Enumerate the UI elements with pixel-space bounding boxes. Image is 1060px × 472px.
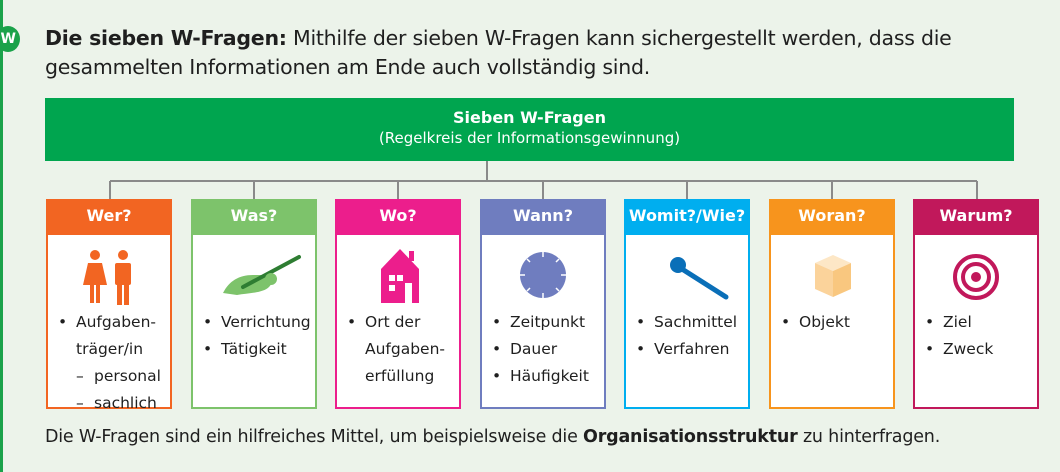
column-title: Wann? (480, 199, 606, 235)
list-item: Objekt (781, 309, 893, 336)
list-item: Sachmittel (636, 309, 748, 336)
column-list: Ziel Zweck (915, 309, 1037, 363)
column-list: Aufgaben-träger/in –personal –sachlich (48, 309, 170, 417)
list-item: Dauer (492, 336, 604, 363)
connector-lines (109, 161, 978, 199)
list-subitem: – personal (76, 367, 161, 385)
column-list: Zeitpunkt Dauer Häufigkeit (482, 309, 604, 390)
target-icon (915, 235, 1037, 309)
list-item: Zweck (925, 336, 1037, 363)
column-title: Was? (191, 199, 317, 235)
column-list: Verrichtung Tätigkeit (193, 309, 315, 363)
list-item: Ziel (925, 309, 1037, 336)
list-item: Aufgaben-träger/in (58, 309, 170, 363)
footer-note: Die W-Fragen sind ein hilfreiches Mittel… (45, 425, 940, 449)
list-item: Zeitpunkt (492, 309, 604, 336)
people-icon (48, 235, 170, 309)
column-warum: Warum? Ziel Zweck (913, 199, 1039, 409)
column-wann: Wann? Zeitpunkt Dauer Häufigkeit (480, 199, 606, 409)
column-woran: Woran? Objekt (769, 199, 895, 409)
house-icon (337, 235, 459, 309)
column-title: Warum? (913, 199, 1039, 235)
column-title: Wo? (335, 199, 461, 235)
list-item: Häufigkeit (492, 363, 604, 390)
column-list: Objekt (771, 309, 893, 336)
clock-icon (482, 235, 604, 309)
column-list: Sachmittel Verfahren (626, 309, 748, 363)
list-subitem: – sachlich (76, 394, 157, 412)
list-item: Tätigkeit (203, 336, 315, 363)
column-title: Womit?/Wie? (624, 199, 750, 235)
column-title: Wer? (46, 199, 172, 235)
column-womit-wie: Womit?/Wie? Sachmittel Verfahren (624, 199, 750, 409)
column-title: Woran? (769, 199, 895, 235)
microphone-icon (626, 235, 748, 309)
cube-icon (771, 235, 893, 309)
list-item: Ort derAufgaben-erfüllung (347, 309, 459, 390)
footer-text-before: Die W-Fragen sind ein hilfreiches Mittel… (45, 427, 584, 447)
column-wer: Wer? Aufgaben-träger/in –personal –sachl… (46, 199, 172, 412)
writing-hand-icon (193, 235, 315, 309)
column-wo: Wo? Ort derAufgaben-erfüllung (335, 199, 461, 409)
list-item: Verfahren (636, 336, 748, 363)
footer-bold-term: Organisationsstruktur (583, 427, 798, 447)
column-was: Was? Verrichtung Tätigkeit (191, 199, 317, 409)
list-item: Verrichtung (203, 309, 315, 336)
column-list: Ort derAufgaben-erfüllung (337, 309, 459, 390)
footer-text-after: zu hinterfragen. (797, 427, 941, 447)
